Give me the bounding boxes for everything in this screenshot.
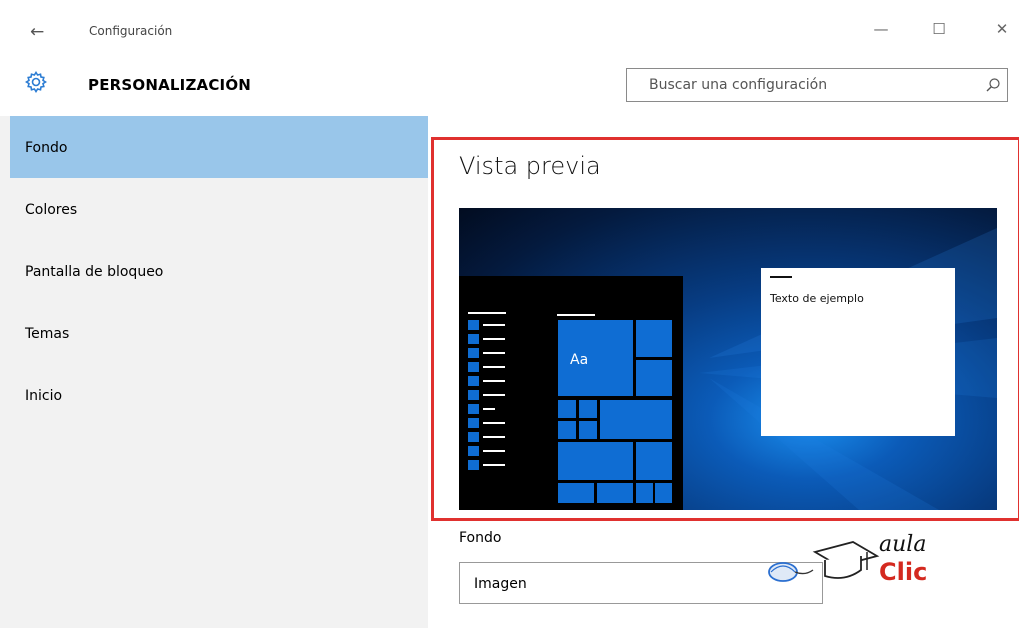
page-title: PERSONALIZACIÓN (88, 76, 252, 94)
search-input[interactable]: Buscar una configuración (626, 68, 1008, 102)
gear-icon (25, 71, 47, 93)
sidebar-item-fondo[interactable]: Fondo (10, 116, 428, 178)
start-menu-graphic (468, 312, 672, 503)
close-icon[interactable]: ✕ (992, 20, 1012, 38)
maximize-icon[interactable]: ☐ (929, 20, 949, 38)
sidebar-item-inicio[interactable]: Inicio (10, 364, 428, 426)
sample-window-preview: Texto de ejemplo (761, 268, 955, 436)
sidebar-item-label: Pantalla de bloqueo (25, 264, 164, 280)
background-dropdown-value: Imagen (474, 576, 527, 592)
sidebar-item-label: Colores (25, 202, 78, 218)
sidebar-item-label: Fondo (25, 140, 68, 156)
sidebar: Fondo Colores Pantalla de bloqueo Temas … (0, 116, 428, 628)
minimize-icon[interactable]: — (871, 20, 891, 38)
preview-image: Aa Texto de ejemplo (459, 208, 997, 510)
sidebar-item-colores[interactable]: Colores (10, 178, 428, 240)
aulaclic-logo: aula Clic (765, 530, 955, 610)
sidebar-item-label: Inicio (25, 388, 63, 404)
sidebar-item-pantalla-de-bloqueo[interactable]: Pantalla de bloqueo (10, 240, 428, 302)
search-placeholder: Buscar una configuración (649, 77, 828, 93)
title-bar: ← Configuración — ☐ ✕ (0, 0, 1019, 60)
background-label: Fondo (459, 530, 502, 546)
sidebar-item-temas[interactable]: Temas (10, 302, 428, 364)
back-arrow-icon[interactable]: ← (30, 22, 50, 42)
logo-word-clic: Clic (879, 558, 928, 586)
app-title: Configuración (89, 24, 173, 38)
preview-title: Vista previa (459, 152, 601, 180)
tile-label: Aa (570, 352, 589, 368)
logo-word-aula: aula (879, 532, 927, 557)
sample-window-bar (770, 276, 792, 278)
start-menu-preview: Aa (459, 276, 683, 510)
sample-text: Texto de ejemplo (770, 292, 864, 305)
sidebar-item-label: Temas (25, 326, 70, 342)
search-icon[interactable] (985, 77, 1001, 93)
